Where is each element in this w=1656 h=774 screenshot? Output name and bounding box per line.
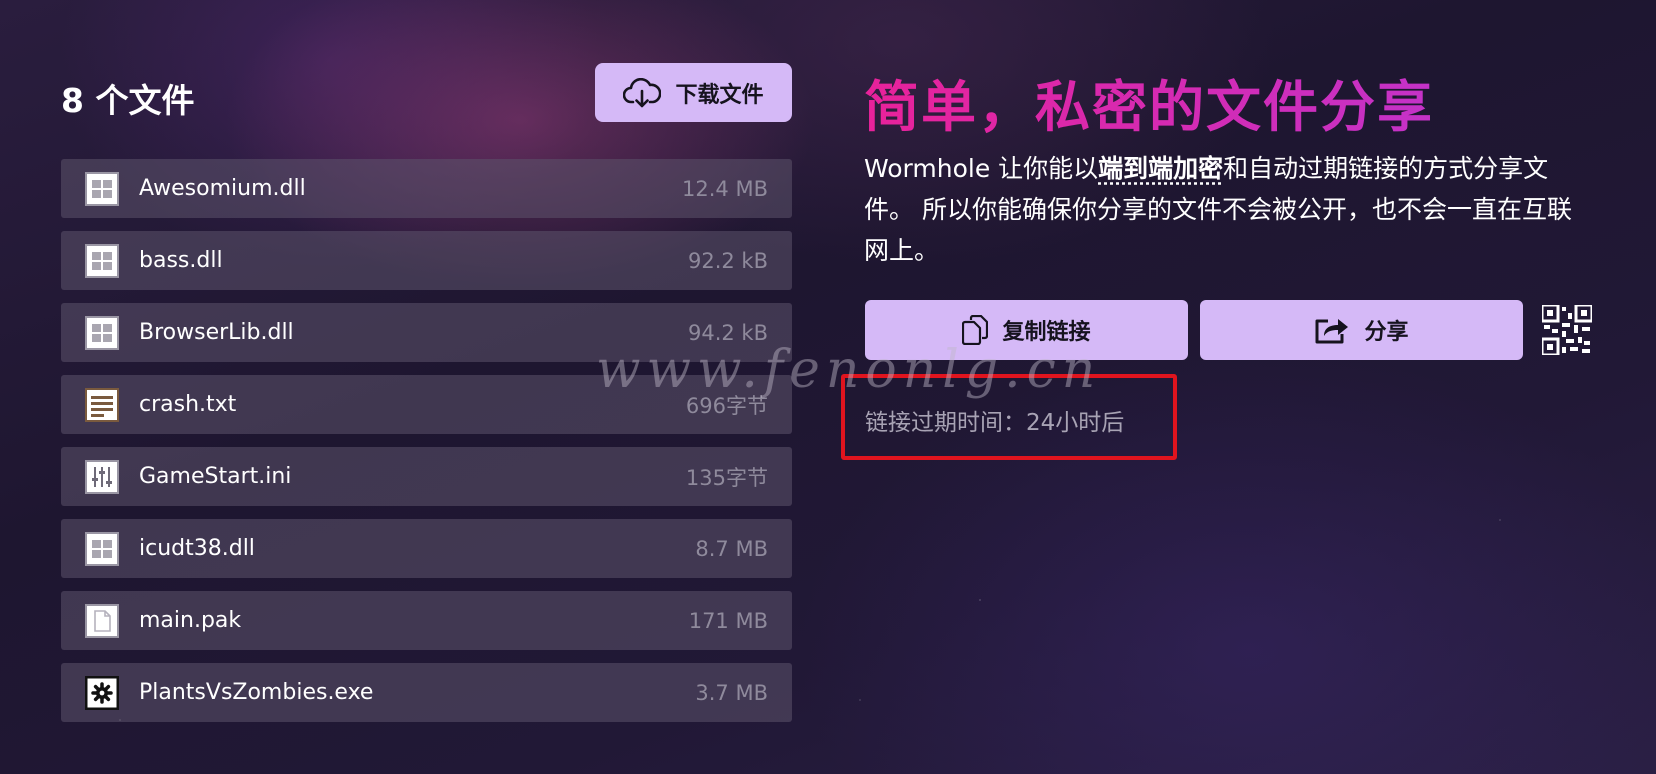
file-row[interactable]: main.pak 171 MB — [61, 591, 792, 650]
description-prefix: Wormhole 让你能以 — [864, 154, 1099, 183]
files-count-title: 8 个文件 — [61, 81, 195, 120]
file-name: crash.txt — [139, 392, 237, 417]
file-row[interactable]: Awesomium.dll 12.4 MB — [61, 159, 792, 218]
cloud-download-icon — [623, 77, 662, 107]
file-name: bass.dll — [139, 248, 223, 273]
file-row[interactable]: bass.dll 92.2 kB — [61, 231, 792, 290]
share-button[interactable]: 分享 — [1200, 300, 1523, 360]
file-row[interactable]: BrowserLib.dll 94.2 kB — [61, 303, 792, 362]
highlight-annotation-box — [841, 374, 1177, 460]
share-icon — [1315, 319, 1349, 344]
qr-code-icon[interactable] — [1542, 305, 1592, 355]
file-size: 135字节 — [685, 465, 768, 490]
windows-file-icon — [85, 243, 119, 278]
file-name: Awesomium.dll — [139, 176, 306, 201]
windows-file-icon — [85, 171, 119, 206]
e2e-encryption-link[interactable]: 端到端加密 — [1098, 154, 1223, 183]
file-size: 696字节 — [685, 393, 768, 418]
copy-link-button[interactable]: 复制链接 — [865, 300, 1188, 360]
file-size: 94.2 kB — [687, 320, 768, 345]
blank-file-icon — [85, 603, 119, 638]
file-size: 171 MB — [688, 608, 768, 633]
copy-link-label: 复制链接 — [1002, 320, 1091, 345]
file-size: 92.2 kB — [687, 248, 768, 273]
page-headline: 简单，私密的文件分享 — [864, 62, 1434, 142]
copy-icon — [962, 315, 989, 345]
file-row[interactable]: PlantsVsZombies.exe 3.7 MB — [61, 663, 792, 722]
download-files-label: 下载文件 — [675, 82, 764, 108]
file-name: GameStart.ini — [139, 464, 292, 489]
file-size: 8.7 MB — [695, 536, 768, 561]
share-label: 分享 — [1364, 320, 1409, 345]
file-size: 3.7 MB — [695, 680, 768, 705]
gear-file-icon — [85, 675, 119, 710]
settings-file-icon — [85, 459, 119, 494]
file-name: main.pak — [139, 608, 242, 633]
file-row[interactable]: icudt38.dll 8.7 MB — [61, 519, 792, 578]
text-file-icon — [85, 387, 119, 422]
description: Wormhole 让你能以端到端加密和自动过期链接的方式分享文件。 所以你能确保… — [864, 148, 1594, 271]
file-row[interactable]: crash.txt 696字节 — [61, 375, 792, 434]
windows-file-icon — [85, 315, 119, 350]
download-files-button[interactable]: 下载文件 — [595, 63, 792, 122]
windows-file-icon — [85, 531, 119, 566]
file-list: Awesomium.dll 12.4 MB bass.dll 92.2 kB B… — [61, 159, 792, 735]
file-name: icudt38.dll — [139, 536, 255, 561]
file-size: 12.4 MB — [682, 176, 768, 201]
file-name: BrowserLib.dll — [139, 320, 294, 345]
file-row[interactable]: GameStart.ini 135字节 — [61, 447, 792, 506]
file-name: PlantsVsZombies.exe — [139, 680, 374, 705]
